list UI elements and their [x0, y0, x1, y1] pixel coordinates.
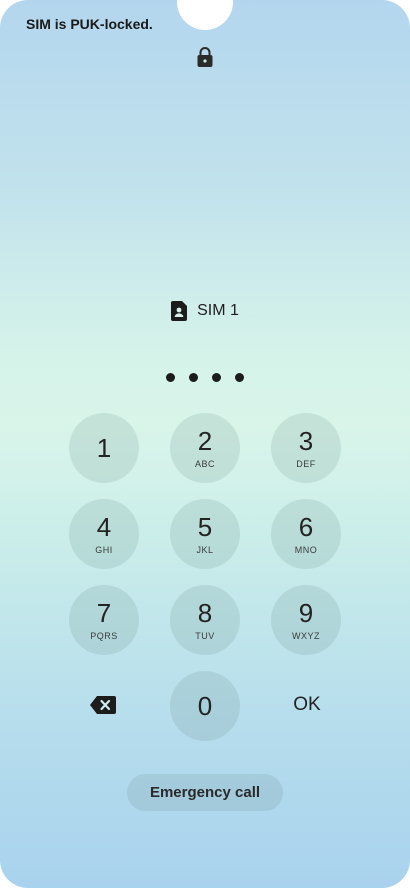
pin-dot: [235, 373, 244, 382]
status-message: SIM is PUK-locked.: [26, 16, 153, 32]
pin-dot: [212, 373, 221, 382]
key-letters: PQRS: [90, 631, 118, 641]
key-letters: MNO: [294, 545, 318, 555]
key-8[interactable]: 8 TUV: [170, 585, 240, 655]
pin-dots: [0, 373, 410, 382]
ok-button[interactable]: OK: [272, 690, 342, 720]
lock-icon: [197, 47, 213, 67]
key-2[interactable]: 2 ABC: [170, 413, 240, 483]
key-letters: ABC: [194, 459, 215, 469]
key-9[interactable]: 9 WXYZ: [271, 585, 341, 655]
key-letters: GHI: [95, 545, 113, 555]
key-7[interactable]: 7 PQRS: [69, 585, 139, 655]
sim-indicator: SIM 1: [0, 301, 410, 321]
key-digit: 9: [298, 598, 314, 628]
pin-dot: [166, 373, 175, 382]
key-digit: 8: [197, 598, 213, 628]
key-digit: 0: [197, 691, 213, 721]
key-letters: DEF: [296, 459, 316, 469]
key-0[interactable]: 0: [170, 671, 240, 741]
key-digit: 4: [96, 512, 112, 542]
camera-notch: [177, 0, 233, 30]
key-digit: 1: [96, 433, 112, 463]
key-digit: 5: [197, 512, 213, 542]
key-digit: 6: [298, 512, 314, 542]
key-digit: 7: [96, 598, 112, 628]
emergency-call-button[interactable]: Emergency call: [127, 774, 283, 811]
key-3[interactable]: 3 DEF: [271, 413, 341, 483]
key-5[interactable]: 5 JKL: [170, 499, 240, 569]
key-6[interactable]: 6 MNO: [271, 499, 341, 569]
key-letters: TUV: [195, 631, 215, 641]
pin-dot: [189, 373, 198, 382]
key-letters: JKL: [196, 545, 214, 555]
key-letters: WXYZ: [292, 631, 320, 641]
key-1[interactable]: 1: [69, 413, 139, 483]
lock-screen: SIM is PUK-locked. SIM 1 1 2 ABC 3 DEF 4…: [0, 0, 410, 888]
sim-card-icon: [171, 301, 188, 321]
sim-label: SIM 1: [197, 302, 239, 319]
backspace-icon[interactable]: [89, 695, 117, 715]
key-digit: 3: [298, 426, 314, 456]
key-digit: 2: [197, 426, 213, 456]
key-4[interactable]: 4 GHI: [69, 499, 139, 569]
